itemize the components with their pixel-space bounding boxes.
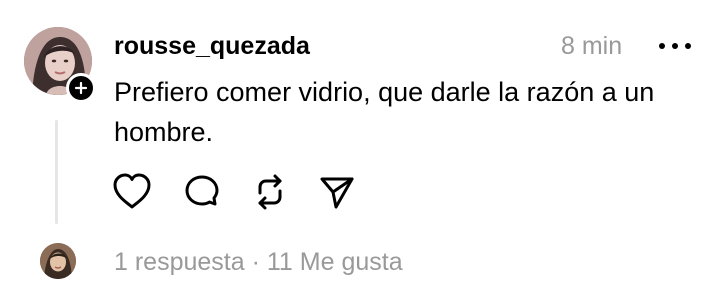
likes-count[interactable]: 11 Me gusta (267, 248, 403, 276)
like-button[interactable] (111, 171, 153, 213)
timestamp: 8 min (561, 32, 623, 60)
more-options-button[interactable] (656, 33, 694, 59)
more-horizontal-icon (659, 43, 691, 49)
plus-icon (74, 81, 88, 95)
comment-button[interactable] (181, 171, 223, 213)
reply-avatar-image (40, 243, 76, 279)
post-text: Prefiero comer vidrio, que darle la razó… (114, 77, 655, 147)
heart-icon (113, 173, 151, 209)
post-stats: 1 respuesta · 11 Me gusta (114, 247, 403, 277)
replies-count[interactable]: 1 respuesta (114, 248, 245, 276)
comment-icon (185, 175, 219, 206)
repost-button[interactable] (249, 171, 291, 213)
follow-button[interactable] (66, 73, 96, 103)
stats-separator: · (251, 248, 260, 276)
username[interactable]: rousse_quezada (114, 31, 310, 61)
share-button[interactable] (316, 171, 358, 213)
thread-line (55, 120, 58, 224)
send-icon (320, 177, 354, 209)
repost-icon (258, 174, 282, 210)
reply-avatar[interactable] (40, 243, 76, 279)
